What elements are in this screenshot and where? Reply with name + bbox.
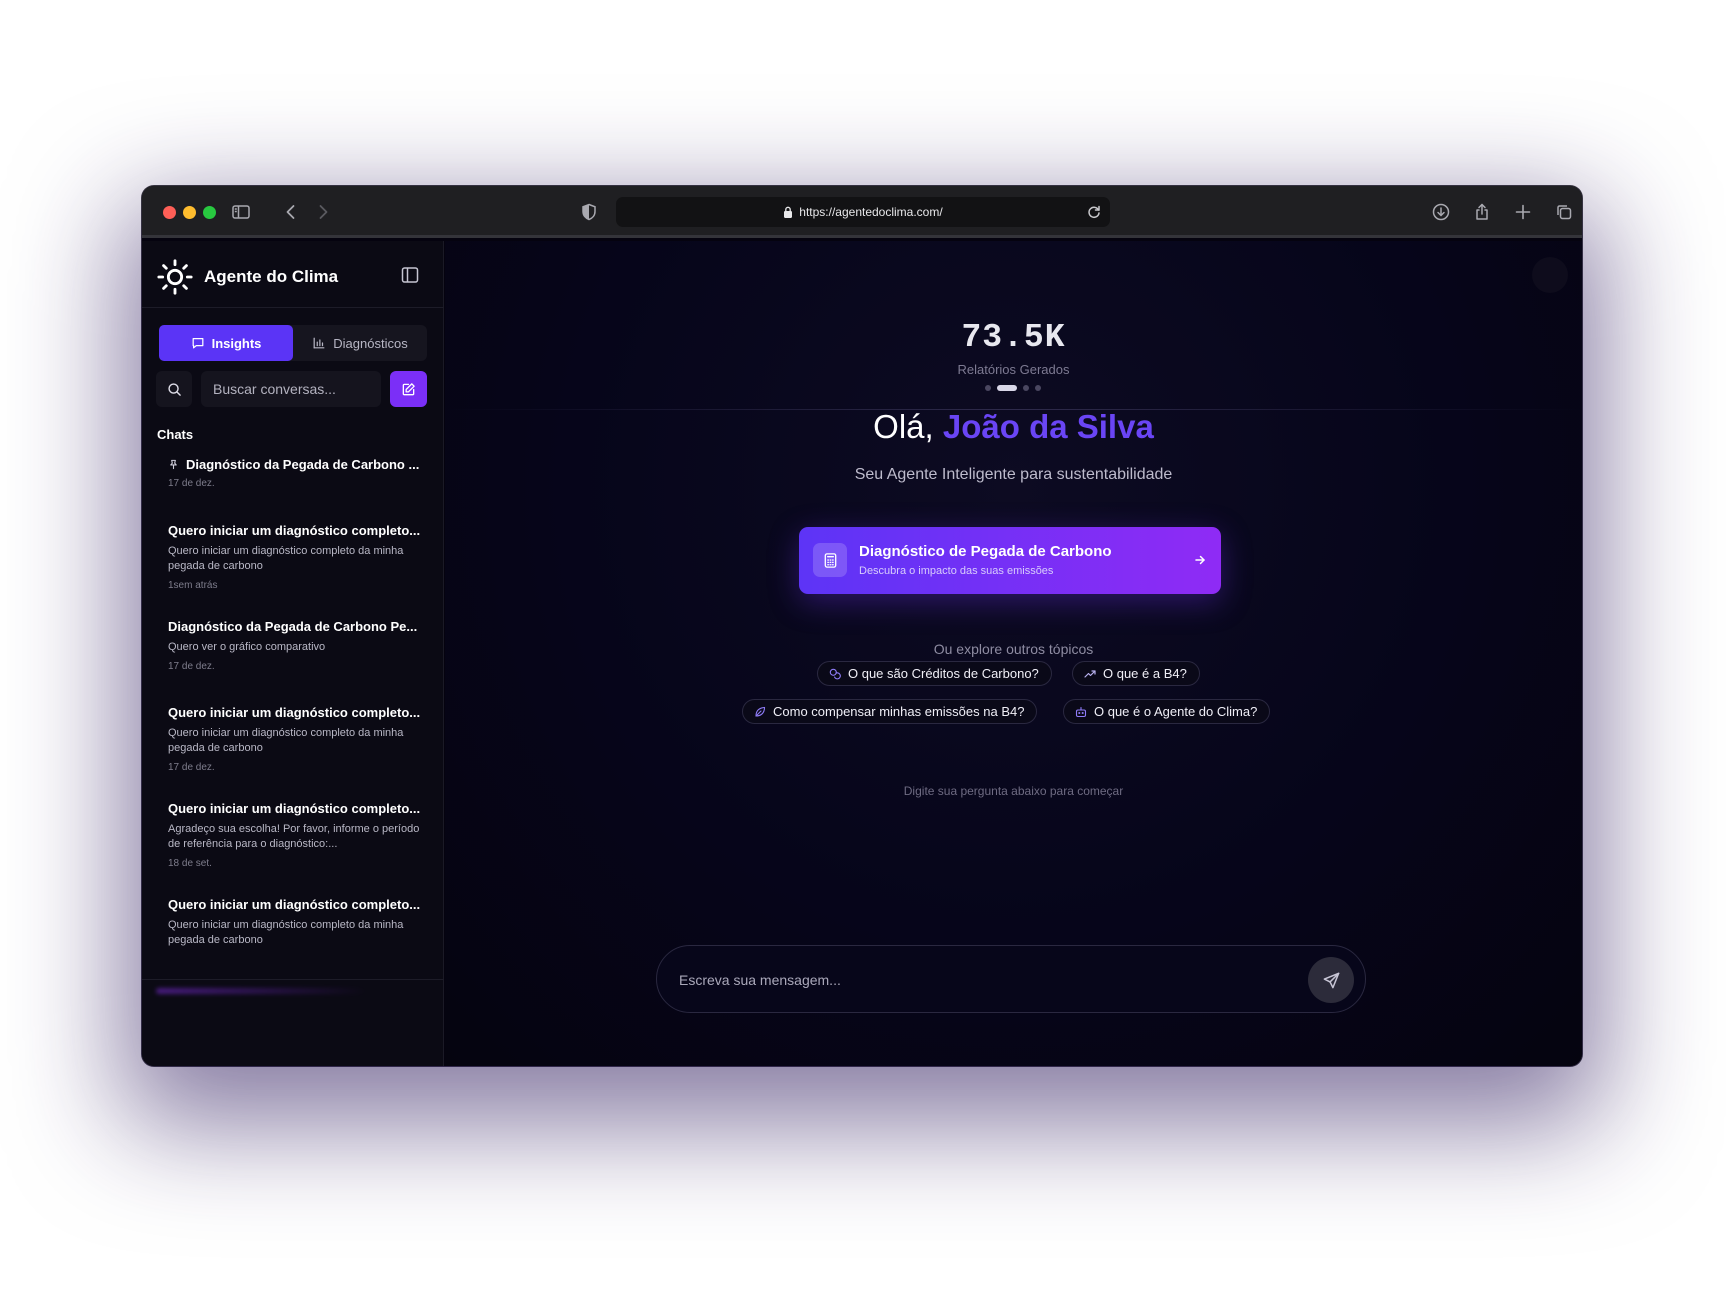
- greeting-name: João da Silva: [942, 408, 1154, 445]
- bar-chart-icon: [313, 337, 325, 349]
- sidebar-toggle-icon[interactable]: [228, 199, 254, 225]
- brand-name: Agente do Clima: [204, 267, 339, 286]
- chat-title: Quero iniciar um diagnóstico completo...: [168, 897, 421, 912]
- calculator-icon: [813, 543, 847, 577]
- trending-up-icon: [1084, 669, 1096, 678]
- close-window-button[interactable]: [163, 206, 176, 219]
- chat-title: Quero iniciar um diagnóstico completo...: [168, 523, 421, 538]
- main-content: 73.5K Relatórios Gerados Olá, João da Si…: [445, 241, 1582, 1066]
- send-icon: [1323, 972, 1339, 988]
- chat-date: 17 de dez.: [168, 478, 215, 489]
- arrow-right-icon: [1195, 555, 1205, 565]
- search-button[interactable]: [156, 371, 192, 407]
- chat-item[interactable]: Diagnóstico da Pegada de Carbono ... 17 …: [142, 443, 444, 509]
- brand[interactable]: Agente do Clima: [156, 257, 338, 297]
- chat-item[interactable]: Quero iniciar um diagnóstico completo...…: [142, 509, 444, 605]
- forward-icon[interactable]: [310, 199, 336, 225]
- reload-icon[interactable]: [1084, 202, 1104, 222]
- share-icon[interactable]: [1469, 199, 1495, 225]
- chats-section-label: Chats: [157, 427, 194, 442]
- chat-item[interactable]: Quero iniciar um diagnóstico completo...…: [142, 883, 444, 978]
- search-icon: [167, 382, 181, 396]
- chat-preview: Agradeço sua escolha! Por favor, informe…: [168, 823, 420, 850]
- sidebar: Agente do Clima Insights Diagnósticos Ch…: [142, 241, 444, 1066]
- stat-value: 73.5K: [961, 319, 1066, 356]
- carousel-dot[interactable]: [1035, 385, 1041, 391]
- cta-title: Diagnóstico de Pegada de Carbono: [859, 543, 1112, 560]
- maximize-window-button[interactable]: [203, 206, 216, 219]
- topic-chip-label: O que é o Agente do Clima?: [1094, 704, 1258, 719]
- subtitle: Seu Agente Inteligente para sustentabili…: [854, 466, 1173, 483]
- explore-label: Ou explore outros tópicos: [933, 641, 1094, 657]
- lock-icon: [784, 206, 793, 218]
- chat-preview: Quero ver o gráfico comparativo: [168, 641, 326, 653]
- collapse-sidebar-icon[interactable]: [400, 265, 420, 285]
- chat-title: Quero iniciar um diagnóstico completo...: [168, 801, 421, 816]
- chat-item[interactable]: Quero iniciar um diagnóstico completo...…: [142, 691, 444, 787]
- privacy-shield-icon[interactable]: [576, 199, 602, 225]
- tab-insights-label: Insights: [211, 335, 262, 351]
- chat-date: 17 de dez.: [168, 762, 215, 773]
- message-input[interactable]: [679, 960, 1269, 1000]
- send-button[interactable]: [1308, 957, 1354, 1003]
- carousel-dot-active[interactable]: [997, 385, 1017, 391]
- chat-list: Diagnóstico da Pegada de Carbono ... 17 …: [142, 443, 444, 978]
- browser-window: https://agentedoclima.com/ Agente do Cli…: [142, 186, 1582, 1066]
- url-text: https://agentedoclima.com/: [799, 205, 943, 219]
- avatar[interactable]: [1532, 257, 1568, 293]
- greeting-prefix: Olá,: [873, 408, 934, 445]
- search-input[interactable]: [201, 371, 381, 407]
- hint-text: Digite sua pergunta abaixo para começar: [903, 784, 1124, 798]
- chat-title: Diagnóstico da Pegada de Carbono Pe...: [168, 619, 418, 634]
- tab-overview-icon[interactable]: [1551, 199, 1577, 225]
- leaf-icon: [755, 706, 766, 717]
- tab-diagnosticos[interactable]: Diagnósticos: [293, 325, 427, 361]
- chat-preview: Quero iniciar um diagnóstico completo da…: [168, 545, 404, 572]
- chat-title: Diagnóstico da Pegada de Carbono ...: [186, 457, 420, 472]
- tab-diagnosticos-label: Diagnósticos: [333, 335, 408, 351]
- minimize-window-button[interactable]: [183, 206, 196, 219]
- carbon-diagnostic-button[interactable]: Diagnóstico de Pegada de Carbono Descubr…: [799, 527, 1221, 594]
- stat-label: Relatórios Gerados: [957, 362, 1070, 377]
- chat-item[interactable]: Quero iniciar um diagnóstico completo...…: [142, 787, 444, 883]
- pin-icon: [170, 459, 177, 470]
- back-icon[interactable]: [278, 199, 304, 225]
- chat-date: 17 de dez.: [168, 661, 215, 672]
- browser-toolbar: https://agentedoclima.com/: [142, 186, 1582, 238]
- sidebar-divider: [142, 307, 444, 308]
- topic-chip-compensar[interactable]: Como compensar minhas emissões na B4?: [742, 699, 1038, 724]
- topic-chip-b4[interactable]: O que é a B4?: [1072, 661, 1200, 686]
- bot-icon: [1075, 706, 1087, 717]
- greeting: Olá, João da Silva: [445, 408, 1582, 446]
- chat-date: 18 de set.: [168, 858, 212, 869]
- chat-item[interactable]: Diagnóstico da Pegada de Carbono Pe... Q…: [142, 605, 444, 691]
- new-tab-icon[interactable]: [1510, 199, 1536, 225]
- sidebar-tabs: Insights Diagnósticos: [159, 325, 427, 361]
- chat-preview: Quero iniciar um diagnóstico completo da…: [168, 727, 404, 754]
- sun-logo-icon: [157, 259, 193, 295]
- topic-chip-label: O que são Créditos de Carbono?: [848, 666, 1039, 681]
- topic-chip-creditos[interactable]: O que são Créditos de Carbono?: [817, 661, 1052, 686]
- address-bar[interactable]: https://agentedoclima.com/: [616, 197, 1110, 227]
- chat-preview: Quero iniciar um diagnóstico completo da…: [168, 919, 404, 946]
- carousel-dot[interactable]: [985, 385, 991, 391]
- download-icon[interactable]: [1428, 199, 1454, 225]
- cta-subtitle: Descubra o impacto das suas emissões: [859, 565, 1054, 577]
- carousel-dot[interactable]: [1023, 385, 1029, 391]
- message-square-icon: [192, 338, 204, 349]
- topic-chip-agente[interactable]: O que é o Agente do Clima?: [1063, 699, 1271, 724]
- edit-icon: [402, 382, 415, 395]
- carousel-dots: [985, 385, 1047, 391]
- chat-date: 1sem atrás: [168, 580, 218, 591]
- new-chat-button[interactable]: [390, 371, 427, 407]
- tab-insights[interactable]: Insights: [159, 325, 293, 361]
- topic-chip-label: O que é a B4?: [1103, 666, 1187, 681]
- chat-title: Quero iniciar um diagnóstico completo...: [168, 705, 421, 720]
- message-composer: [656, 945, 1366, 1013]
- footer-glow: [156, 988, 366, 994]
- topic-chip-label: Como compensar minhas emissões na B4?: [773, 704, 1025, 719]
- coins-icon: [829, 668, 841, 679]
- sidebar-footer: [142, 979, 444, 1066]
